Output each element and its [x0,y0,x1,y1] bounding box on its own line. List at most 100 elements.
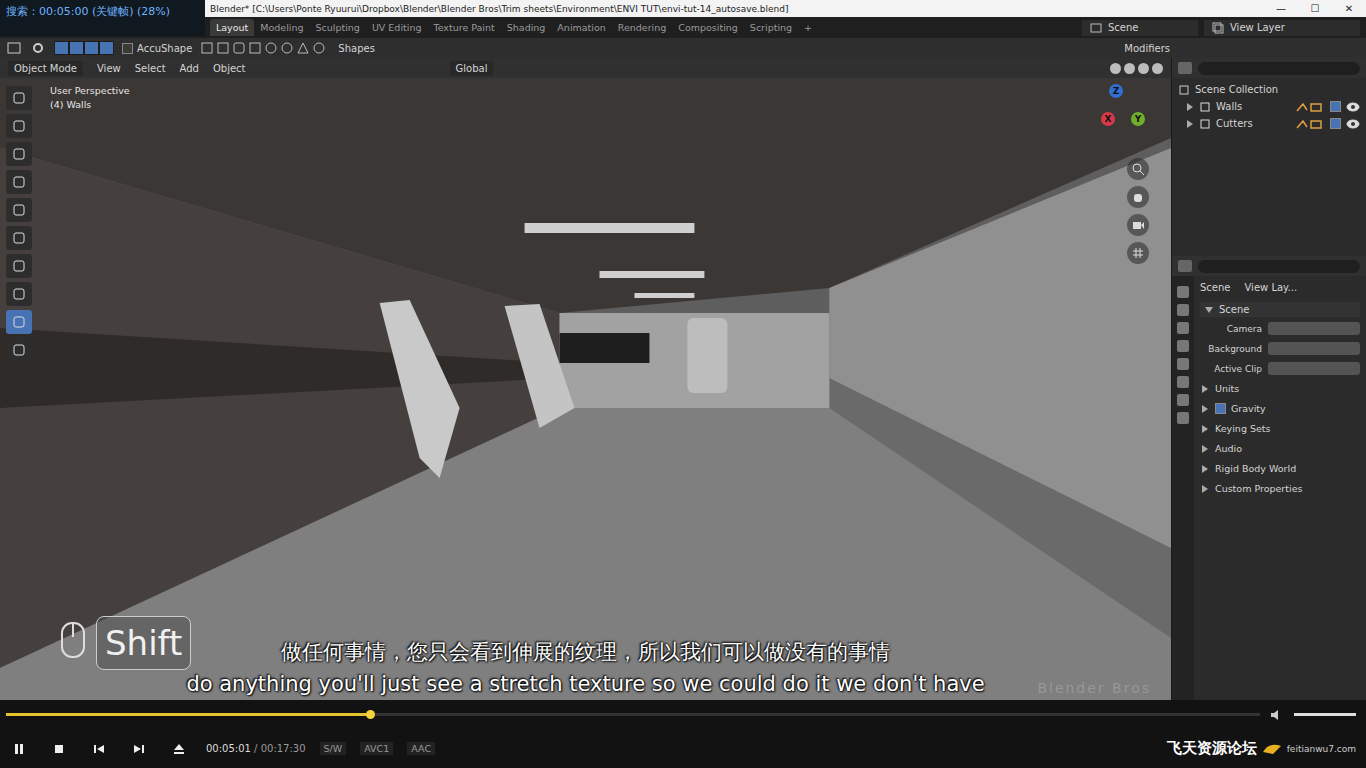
workspace-tab[interactable]: Rendering [612,19,673,36]
tool-button[interactable] [6,198,32,222]
outliner-item[interactable]: Cutters [1178,116,1360,131]
window-control-button[interactable]: ✕ [1332,3,1366,14]
orientation-dropdown[interactable]: Global [450,61,494,76]
properties-tab[interactable] [1177,304,1189,316]
tool-button[interactable] [6,226,32,250]
view-layer-selector[interactable]: View Layer [1204,20,1360,36]
properties-tab[interactable] [1177,394,1189,406]
volume-icon[interactable] [1270,709,1284,721]
properties-editor-icon[interactable] [1178,260,1192,272]
properties-tab[interactable] [1177,376,1189,388]
workspace-tab[interactable]: Sculpting [310,19,366,36]
outliner-icon[interactable] [1178,62,1192,74]
shapes-menu[interactable]: Shapes [338,43,375,54]
settings-icon[interactable] [30,41,46,55]
expand-arrow-icon[interactable] [1200,444,1210,454]
workspace-tab[interactable]: Scripting [744,19,798,36]
volume-slider[interactable] [1294,713,1356,716]
outliner-item[interactable]: Walls [1178,99,1360,114]
pause-icon[interactable] [6,738,32,760]
expand-arrow-icon[interactable] [1200,484,1210,494]
modifiers-menu[interactable]: Modifiers [1124,43,1170,54]
expand-arrow-icon[interactable] [1186,119,1194,129]
outliner-search[interactable] [1198,62,1360,75]
properties-tab[interactable] [1177,286,1189,298]
tool-button[interactable] [6,254,32,278]
panel-header[interactable]: Scene [1200,302,1360,317]
viewport-menu[interactable]: View [97,63,121,74]
properties-search[interactable] [1198,260,1360,273]
eye-icon[interactable] [1346,118,1360,130]
3d-viewport[interactable]: User Perspective(4) WallsZXYShift做任何事情，您… [0,78,1171,700]
expand-arrow-icon[interactable] [1200,464,1210,474]
select-mode-button[interactable] [54,41,69,55]
camera-icon[interactable] [1127,214,1149,236]
collapse-arrow-icon[interactable] [1204,305,1214,315]
previous-icon[interactable] [86,738,112,760]
workspace-tab[interactable]: Layout [210,19,254,36]
axis-ball[interactable]: X [1101,112,1115,126]
axis-ball[interactable]: Y [1131,112,1145,126]
tool-button[interactable] [6,310,32,334]
outliner-root[interactable]: Scene Collection [1178,82,1360,97]
shading-mode-button[interactable] [1152,63,1163,74]
tool-button[interactable] [6,142,32,166]
navigation-gizmo[interactable]: ZXY [1087,82,1157,152]
viewport-menu[interactable]: Object [213,63,246,74]
field-input[interactable] [1268,322,1360,335]
eye-icon[interactable] [1346,101,1360,113]
exclude-checkbox[interactable] [1330,118,1341,129]
expand-arrow-icon[interactable] [1200,384,1210,394]
viewport-menu[interactable]: Add [180,63,199,74]
select-mode-button[interactable] [84,41,99,55]
property-section[interactable]: Rigid Body World [1200,460,1360,477]
field-input[interactable] [1268,342,1360,355]
object-mode-dropdown[interactable]: Object Mode [8,61,83,76]
workspace-tab[interactable]: Animation [551,19,611,36]
window-control-button[interactable]: — [1264,3,1298,14]
window-control-button[interactable]: ☐ [1298,3,1332,14]
tool-button[interactable] [6,282,32,306]
accushape-toggle[interactable]: AccuShape [122,43,192,54]
grid-icon[interactable] [1127,242,1149,264]
section-checkbox[interactable] [1215,403,1226,414]
viewport-menu[interactable]: Select [135,63,166,74]
stop-icon[interactable] [46,738,72,760]
tool-button[interactable] [6,338,32,362]
scene-selector[interactable]: Scene [1082,20,1198,36]
progress-handle[interactable] [366,710,375,719]
progress-bar[interactable] [6,713,1260,716]
workspace-tab[interactable]: Modeling [254,19,309,36]
property-section[interactable]: Gravity [1200,400,1360,417]
property-section[interactable]: Units [1200,380,1360,397]
shading-mode-button[interactable] [1138,63,1149,74]
workspace-tab[interactable]: Texture Paint [427,19,500,36]
properties-tab[interactable] [1177,412,1189,424]
property-section[interactable]: Audio [1200,440,1360,457]
editor-type-icon[interactable] [6,41,22,55]
tool-button[interactable] [6,170,32,194]
workspace-tab[interactable]: Compositing [672,19,744,36]
workspace-tab[interactable]: Shading [501,19,552,36]
properties-tab[interactable] [1177,340,1189,352]
select-mode-button[interactable] [69,41,84,55]
expand-arrow-icon[interactable] [1200,404,1210,414]
tool-button[interactable] [6,86,32,110]
add-workspace-button[interactable]: + [798,19,818,36]
property-section[interactable]: Keying Sets [1200,420,1360,437]
select-mode-button[interactable] [99,41,114,55]
expand-arrow-icon[interactable] [1186,102,1194,112]
eject-icon[interactable] [166,738,192,760]
exclude-checkbox[interactable] [1330,101,1341,112]
properties-tab[interactable] [1177,322,1189,334]
tool-button[interactable] [6,114,32,138]
field-input[interactable] [1268,362,1360,375]
next-icon[interactable] [126,738,152,760]
shading-mode-button[interactable] [1124,63,1135,74]
property-section[interactable]: Custom Properties [1200,480,1360,497]
hand-icon[interactable] [1127,186,1149,208]
accushape-checkbox[interactable] [122,43,133,54]
properties-tab[interactable] [1177,358,1189,370]
shading-mode-button[interactable] [1110,63,1121,74]
workspace-tab[interactable]: UV Editing [366,19,428,36]
